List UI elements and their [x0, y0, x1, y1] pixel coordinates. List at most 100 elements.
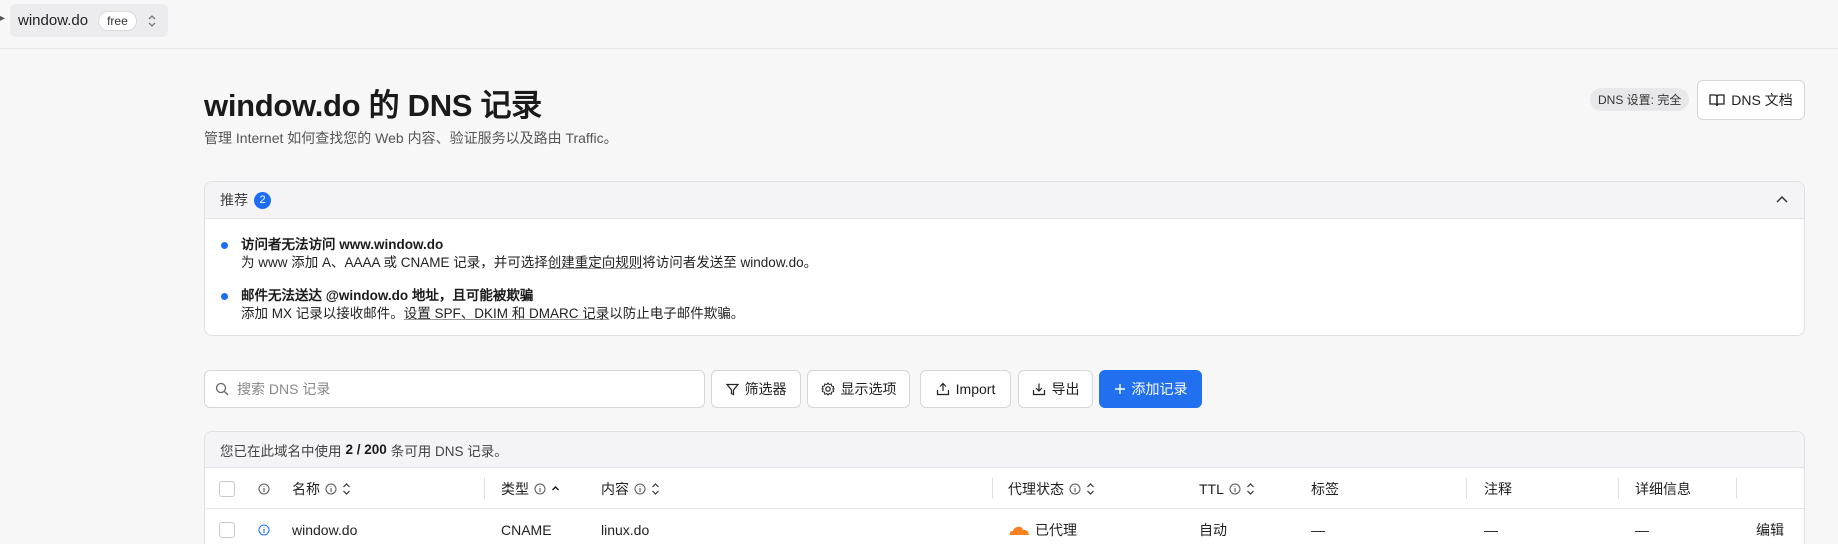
sidebar-edge-icon[interactable]: ▸ — [0, 14, 5, 24]
recommendation-desc: 添加 MX 记录以接收邮件。设置 SPF、DKIM 和 DMARC 记录以防止电… — [241, 305, 744, 323]
filter-label: 筛选器 — [744, 381, 787, 397]
display-options-label: 显示选项 — [840, 381, 897, 397]
recommendation-item: 访问者无法访问 www.window.do 为 www 添加 A、AAAA 或 … — [221, 236, 817, 272]
info-icon[interactable] — [325, 483, 337, 495]
proxy-status-label: 已代理 — [1035, 521, 1077, 538]
search-icon — [215, 382, 229, 396]
page-title: window.do 的 DNS 记录 — [204, 88, 542, 123]
search-box — [204, 370, 705, 408]
sort-icon[interactable] — [1086, 482, 1095, 496]
display-options-button[interactable]: 显示选项 — [807, 370, 910, 408]
bullet-dot-icon — [221, 242, 228, 249]
recommendation-desc: 为 www 添加 A、AAAA 或 CNAME 记录，并可选择创建重定向规则将访… — [241, 254, 817, 272]
import-button[interactable]: Import — [920, 370, 1011, 408]
dns-setting-badge: DNS 设置: 完全 — [1590, 88, 1690, 111]
recommendations-label: 推荐 — [220, 192, 248, 208]
select-all-checkbox[interactable] — [219, 468, 235, 509]
sort-icon[interactable] — [1246, 482, 1255, 496]
setup-email-auth-link[interactable]: 设置 SPF、DKIM 和 DMARC 记录 — [404, 306, 610, 321]
column-name-label: 名称 — [292, 480, 320, 497]
recommendations-panel: 推荐 2 访问者无法访问 www.window.do 为 www 添加 A、AA… — [204, 181, 1805, 336]
info-icon[interactable] — [634, 483, 646, 495]
chevron-updown-icon — [148, 14, 156, 27]
create-redirect-link[interactable]: 创建重定向规则 — [548, 255, 643, 270]
chevron-up-icon[interactable] — [1775, 193, 1789, 207]
record-proxy-status: 已代理 — [1008, 509, 1077, 544]
info-icon[interactable] — [1069, 483, 1081, 495]
desc-text: 为 www 添加 A、AAAA 或 CNAME 记录，并可选择 — [241, 255, 548, 270]
column-ttl-label: TTL — [1199, 480, 1224, 497]
column-proxy-label: 代理状态 — [1008, 480, 1064, 497]
column-name[interactable]: 名称 — [292, 468, 351, 509]
info-icon[interactable] — [258, 524, 270, 536]
column-divider — [992, 478, 993, 499]
record-type: CNAME — [501, 521, 552, 538]
add-record-button[interactable]: 添加记录 — [1099, 370, 1202, 408]
usage-count: 2 / 200 — [345, 442, 387, 457]
recommendation-item: 邮件无法送达 @window.do 地址，且可能被欺骗 添加 MX 记录以接收邮… — [221, 287, 744, 323]
column-type-label: 类型 — [501, 480, 529, 497]
record-ttl: 自动 — [1199, 521, 1227, 538]
desc-text: 将访问者发送至 window.do。 — [642, 255, 818, 270]
column-comment: 注释 — [1484, 468, 1512, 509]
column-comment-label: 注释 — [1484, 480, 1512, 497]
usage-info: 您已在此域名中使用 2 / 200 条可用 DNS 记录。 — [205, 432, 1804, 468]
sort-ascending-icon[interactable] — [551, 482, 560, 496]
table-row[interactable]: window.do CNAME linux.do 已代理 自动 — — — 编辑 — [205, 509, 1804, 544]
column-proxy[interactable]: 代理状态 — [1008, 468, 1095, 509]
info-icon — [258, 468, 270, 509]
record-tags: — — [1311, 521, 1325, 538]
plus-icon — [1114, 384, 1125, 394]
plan-badge: free — [98, 10, 137, 31]
search-input[interactable] — [237, 381, 677, 397]
dns-docs-label: DNS 文档 — [1731, 92, 1793, 108]
add-record-label: 添加记录 — [1131, 381, 1188, 397]
dns-records-table: 您已在此域名中使用 2 / 200 条可用 DNS 记录。 名称 类型 内容 代… — [204, 431, 1805, 544]
recommendation-title: 邮件无法送达 @window.do 地址，且可能被欺骗 — [241, 288, 534, 303]
dns-docs-button[interactable]: DNS 文档 — [1697, 80, 1805, 120]
recommendations-header[interactable]: 推荐 2 — [205, 182, 1804, 219]
column-type[interactable]: 类型 — [501, 468, 560, 509]
record-name: window.do — [292, 521, 358, 538]
desc-text: 添加 MX 记录以接收邮件。 — [241, 306, 404, 321]
usage-suffix: 条可用 DNS 记录。 — [390, 443, 508, 459]
upload-icon — [936, 382, 949, 396]
table-header: 名称 类型 内容 代理状态 TTL 标签 注释 详细信息 — [205, 468, 1804, 509]
cloud-icon — [1009, 526, 1029, 535]
filter-icon — [725, 383, 739, 395]
book-icon — [1709, 94, 1725, 107]
column-divider — [1736, 478, 1737, 499]
column-divider — [1466, 478, 1467, 499]
recommendations-count-badge: 2 — [254, 191, 271, 209]
column-content[interactable]: 内容 — [601, 468, 660, 509]
checkbox[interactable] — [219, 480, 235, 497]
info-icon[interactable] — [534, 483, 546, 495]
bullet-dot-icon — [221, 293, 228, 300]
sort-icon[interactable] — [651, 482, 660, 496]
zone-switcher[interactable]: window.do free — [10, 4, 168, 37]
column-divider — [1618, 478, 1619, 499]
row-checkbox[interactable] — [219, 521, 235, 538]
column-details: 详细信息 — [1635, 468, 1691, 509]
zone-name: window.do — [18, 12, 89, 29]
recommendation-title: 访问者无法访问 www.window.do — [241, 237, 444, 252]
record-comment: — — [1484, 521, 1498, 538]
page-subtitle: 管理 Internet 如何查找您的 Web 内容、验证服务以及路由 Traff… — [204, 130, 618, 146]
edit-link[interactable]: 编辑 — [1756, 509, 1784, 544]
column-divider — [484, 478, 485, 499]
record-details: — — [1635, 521, 1649, 538]
export-button[interactable]: 导出 — [1018, 370, 1093, 408]
filter-button[interactable]: 筛选器 — [711, 370, 801, 408]
column-tags: 标签 — [1311, 468, 1339, 509]
top-bar: ▸ window.do free — [0, 0, 1838, 49]
gear-icon — [820, 382, 835, 396]
usage-prefix: 您已在此域名中使用 — [220, 443, 342, 459]
sort-icon[interactable] — [342, 482, 351, 496]
column-tags-label: 标签 — [1311, 480, 1339, 497]
import-label: Import — [955, 381, 996, 397]
info-icon — [258, 483, 270, 494]
info-icon[interactable] — [1229, 483, 1241, 495]
column-ttl[interactable]: TTL — [1199, 468, 1255, 509]
column-details-label: 详细信息 — [1635, 480, 1691, 497]
record-content: linux.do — [601, 521, 650, 538]
